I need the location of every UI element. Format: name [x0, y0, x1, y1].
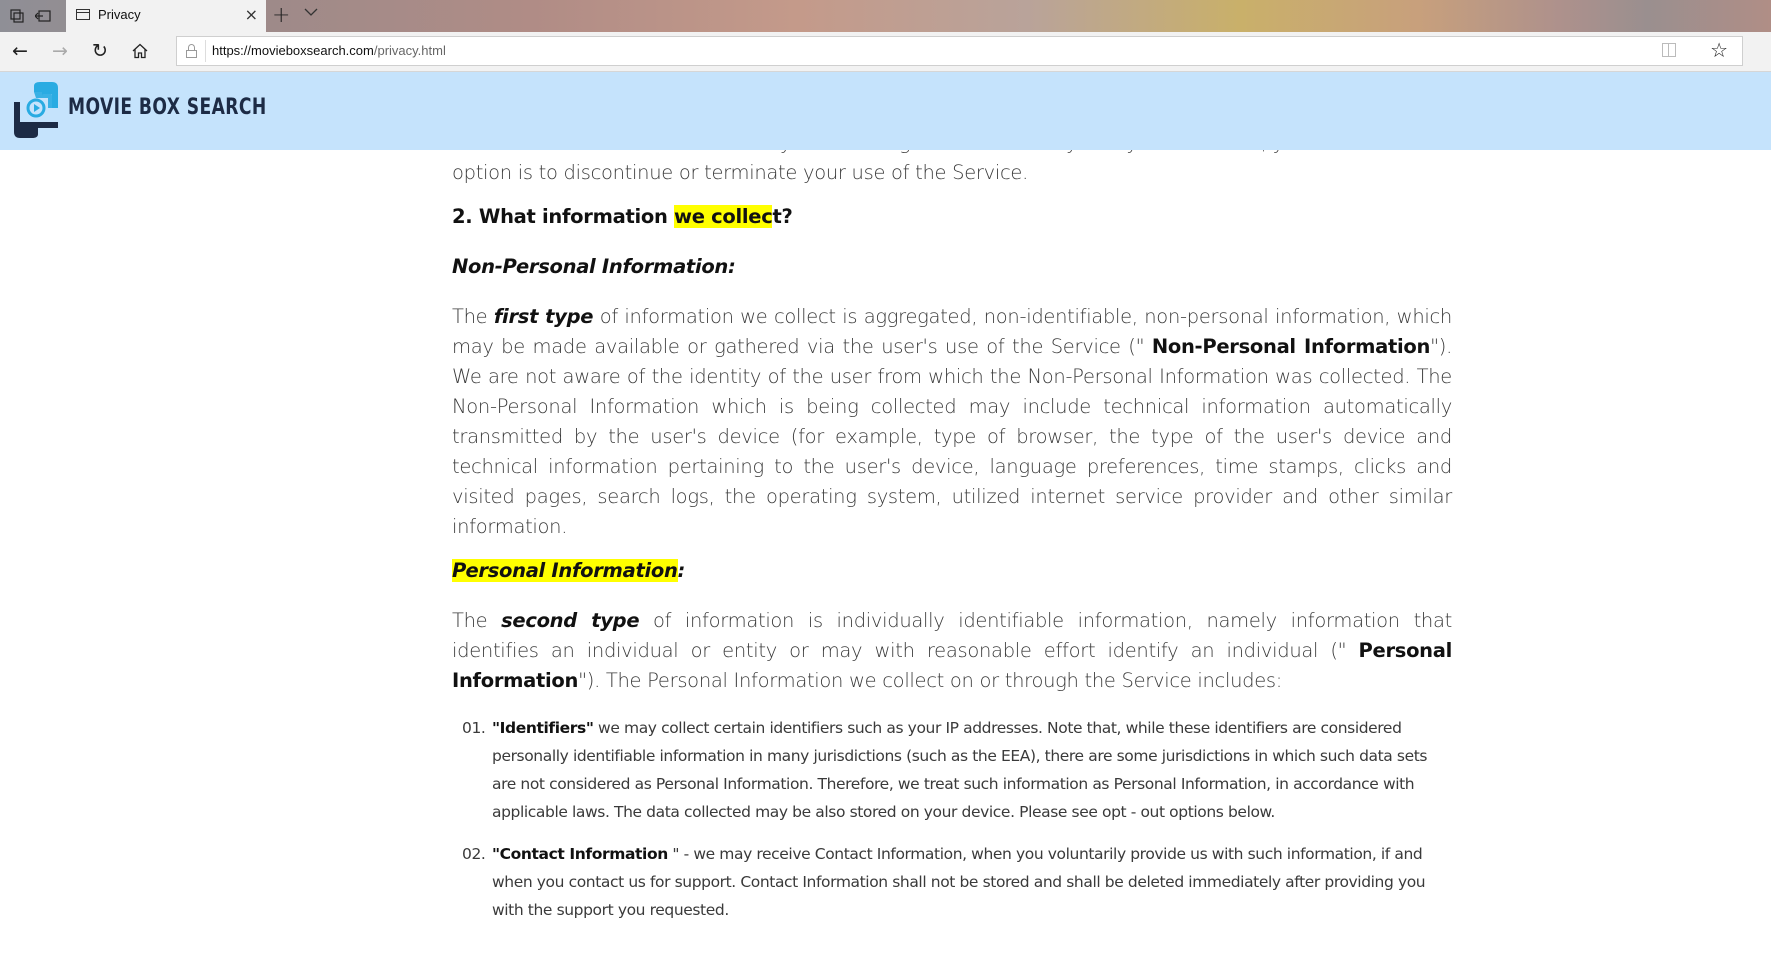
personal-heading: Personal Information: [452, 556, 1452, 586]
emphasis-text: second type [501, 609, 640, 632]
favorite-star-icon[interactable]: ☆ [1710, 38, 1728, 62]
address-toolbar: ← → ↻ https://movieboxsearch.com/privacy… [0, 32, 1771, 72]
section-heading-text: 2. What information [452, 205, 675, 228]
tab-bar: Privacy × + [0, 0, 1771, 32]
list-item: 01. "Identifiers" we may collect certain… [452, 714, 1452, 826]
reading-view-icon[interactable] [1662, 43, 1676, 57]
url-path: /privacy.html [373, 43, 446, 58]
list-item-title: "Contact Information [492, 845, 668, 863]
privacy-content: amendments from time to time. If you do … [452, 128, 1495, 924]
home-icon [132, 43, 148, 59]
section-heading: 2. What information we collect? [452, 202, 1452, 232]
personal-info-list: 01. "Identifiers" we may collect certain… [452, 714, 1452, 924]
new-tab-button[interactable]: + [272, 3, 290, 28]
forward-button[interactable]: → [48, 40, 72, 62]
restore-tabs-icon[interactable] [34, 7, 52, 25]
section-heading-text: t? [772, 205, 793, 228]
home-button[interactable] [128, 42, 152, 64]
intro-tail-line: option is to discontinue or terminate yo… [452, 161, 1028, 184]
non-personal-paragraph: The first type of information we collect… [452, 302, 1452, 542]
url-text[interactable]: https://movieboxsearch.com/privacy.html [212, 43, 446, 58]
tab-title: Privacy [98, 7, 141, 22]
list-item-title: "Identifiers" [492, 719, 594, 737]
lock-icon[interactable] [186, 44, 197, 58]
tabs-aside-icon[interactable] [8, 7, 26, 25]
text: "). The Personal Information we collect … [578, 669, 1283, 692]
address-input[interactable]: https://movieboxsearch.com/privacy.html … [176, 36, 1743, 66]
list-number: 02. [462, 845, 486, 863]
movie-box-logo-icon[interactable] [14, 82, 62, 138]
close-tab-icon[interactable]: × [245, 5, 258, 24]
url-host: https://movieboxsearch.com [212, 43, 374, 58]
text: The [452, 305, 494, 328]
text: : [677, 559, 686, 582]
non-personal-heading: Non-Personal Information: [452, 255, 736, 278]
highlighted-text: Personal Information [452, 559, 678, 582]
refresh-button[interactable]: ↻ [88, 40, 112, 62]
site-logo-text[interactable]: MOVIE BOX SEARCH [68, 95, 267, 120]
bold-term: Non-Personal Information [1151, 335, 1431, 358]
text: The [452, 609, 502, 632]
list-item-text: we may collect certain identifiers such … [492, 719, 1428, 821]
highlighted-text: we collec [674, 205, 773, 228]
list-number: 01. [462, 719, 486, 737]
site-header: MOVIE BOX SEARCH [0, 72, 1771, 150]
back-button[interactable]: ← [8, 40, 32, 62]
tab-privacy[interactable]: Privacy × [66, 0, 266, 32]
text: "). We are not aware of the identity of … [452, 335, 1452, 538]
chevron-down-icon[interactable] [304, 6, 318, 21]
personal-paragraph: The second type of information is indivi… [452, 606, 1452, 696]
emphasis-text: first type [493, 305, 594, 328]
list-item: 02. "Contact Information " - we may rece… [452, 840, 1452, 924]
url-divider [205, 40, 206, 62]
page-icon [76, 9, 90, 20]
